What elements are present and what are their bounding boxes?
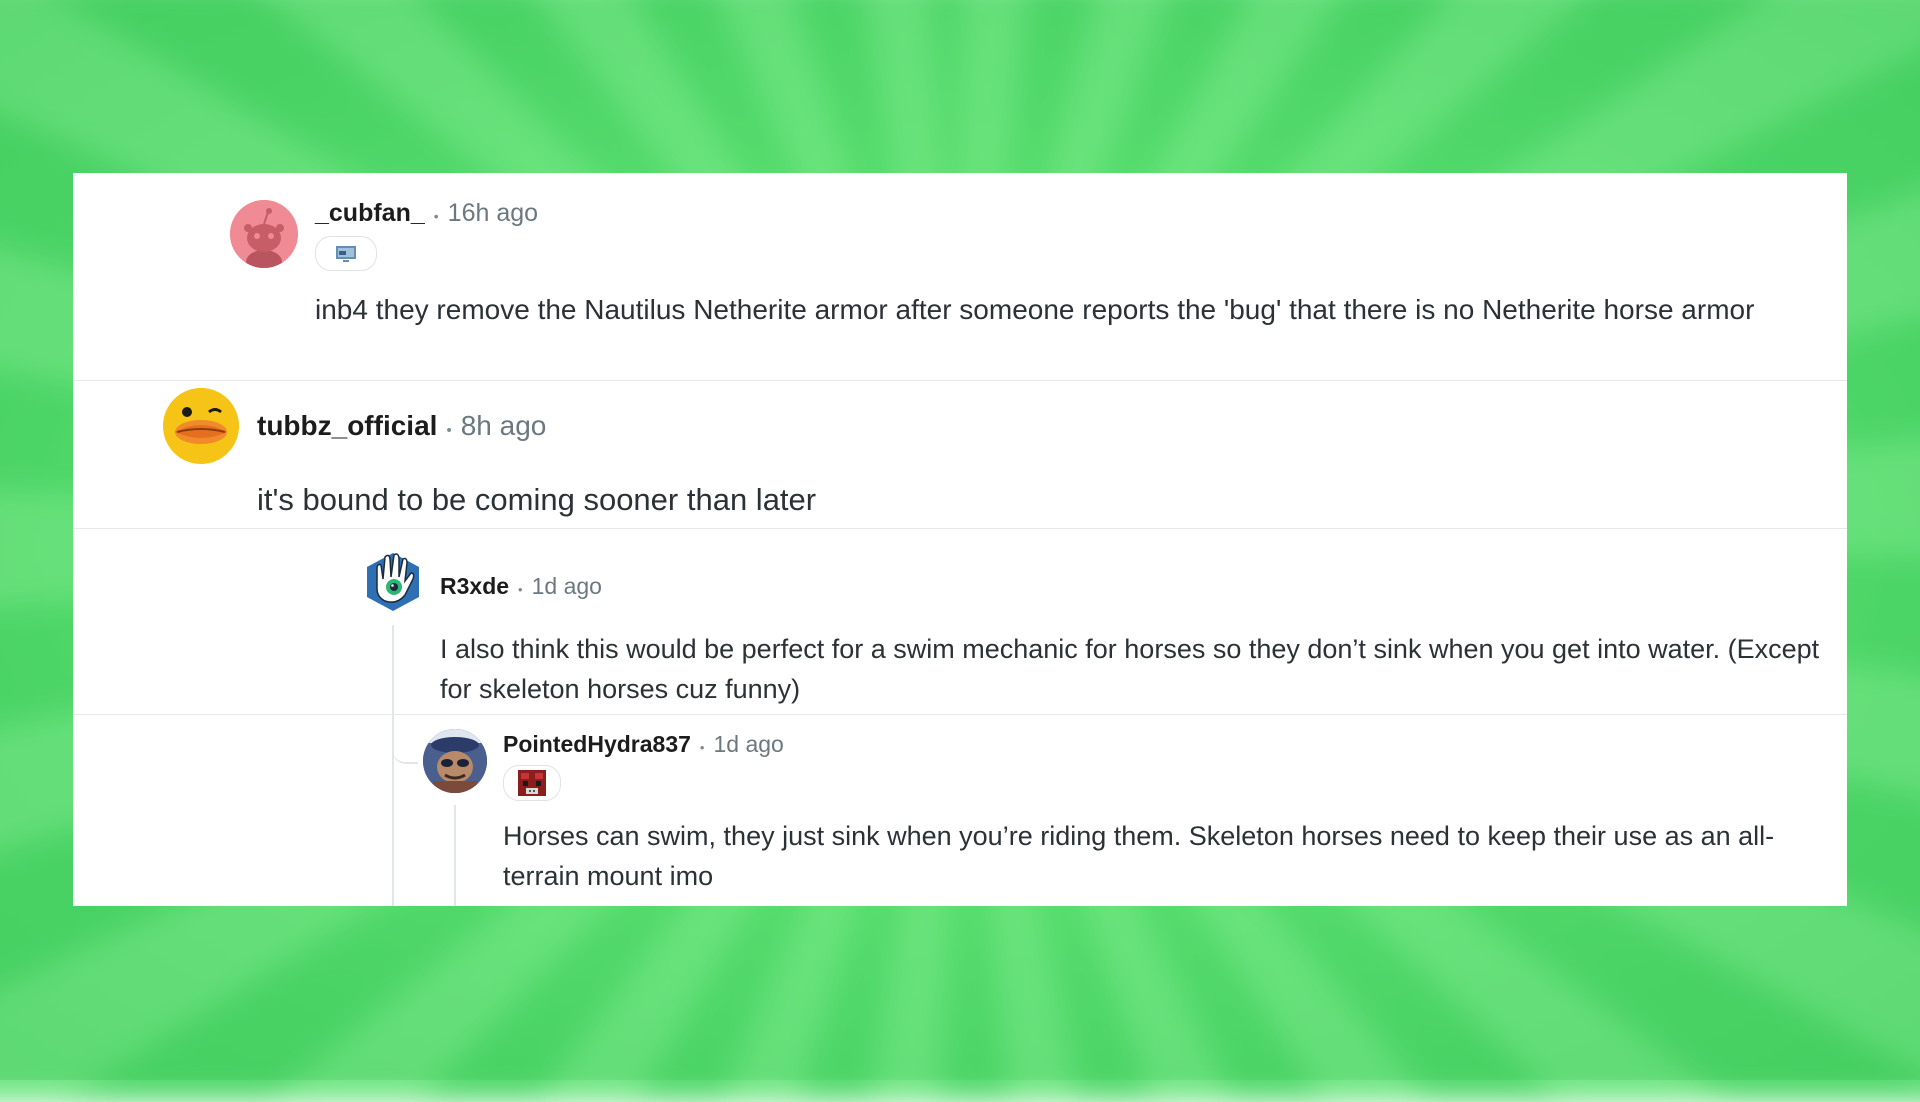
hand-eye-avatar-icon [367, 553, 419, 611]
separator-dot: • [446, 422, 452, 439]
comment-body: it's bound to be coming sooner than late… [257, 482, 817, 517]
divider [73, 528, 1847, 529]
username[interactable]: R3xde [440, 573, 509, 600]
thread-line [454, 805, 456, 906]
username[interactable]: _cubfan_ [315, 199, 425, 228]
comment-meta-cubfan: _cubfan_ • 16h ago [315, 199, 538, 228]
user-flair [503, 765, 561, 801]
separator-dot: • [433, 208, 439, 224]
username[interactable]: PointedHydra837 [503, 731, 691, 758]
user-flair [315, 236, 377, 271]
divider [73, 380, 1847, 381]
thread-line [392, 625, 394, 906]
timestamp[interactable]: 8h ago [461, 410, 547, 442]
comment-meta-tubbz: tubbz_official • 8h ago [257, 410, 546, 442]
timestamp[interactable]: 16h ago [448, 199, 538, 228]
duck-avatar-icon [163, 388, 239, 464]
character-avatar-icon [423, 729, 487, 793]
avatar-pointedhydra[interactable] [423, 729, 487, 793]
snoo-avatar-icon [230, 200, 298, 268]
avatar-r3xde[interactable] [363, 549, 423, 615]
comment-meta-pointedhydra: PointedHydra837 • 1d ago [503, 731, 784, 758]
monitor-flair-icon [336, 245, 356, 262]
comment-meta-r3xde: R3xde • 1d ago [440, 573, 602, 600]
divider [73, 714, 1847, 715]
comment-body: Horses can swim, they just sink when you… [503, 821, 1775, 891]
avatar-tubbz[interactable] [163, 388, 239, 464]
timestamp[interactable]: 1d ago [713, 731, 783, 758]
username[interactable]: tubbz_official [257, 410, 437, 442]
thread-connector [392, 718, 418, 764]
comments-card: _cubfan_ • 16h ago inb4 they remove the … [73, 173, 1847, 906]
avatar-cubfan[interactable] [230, 200, 298, 268]
separator-dot: • [699, 740, 705, 755]
comment-body: inb4 they remove the Nautilus Netherite … [315, 294, 1755, 325]
minecraft-mooshroom-flair-icon [518, 770, 546, 796]
separator-dot: • [518, 582, 523, 597]
timestamp[interactable]: 1d ago [532, 573, 602, 600]
comment-body: I also think this would be perfect for a… [440, 634, 1820, 704]
